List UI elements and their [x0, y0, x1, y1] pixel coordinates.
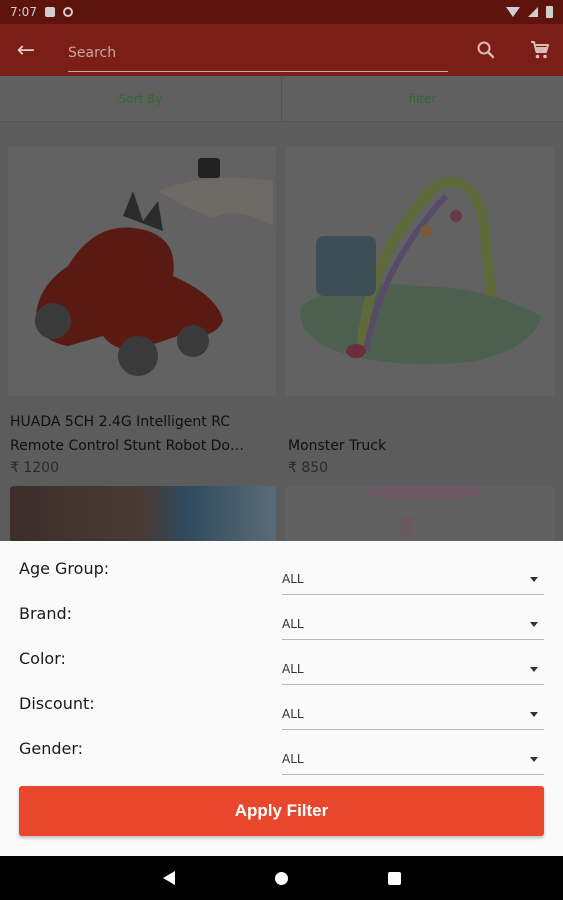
- product-card[interactable]: Monster Truck ₹ 850: [286, 146, 554, 476]
- product-card[interactable]: HUADA 5CH 2.4G Intelligent RC Remote Con…: [8, 146, 276, 476]
- product-price: ₹ 1200: [10, 460, 59, 476]
- dropdown-value: ALL: [282, 707, 304, 721]
- product-card[interactable]: [10, 486, 276, 542]
- search-icon: [477, 41, 495, 59]
- filter-row-age-group: Age Group: ALL: [0, 559, 563, 604]
- filter-sheet: Age Group: ALL Brand: ALL Color: ALL Dis…: [0, 541, 563, 856]
- nav-home-icon[interactable]: [274, 871, 288, 885]
- product-card[interactable]: [286, 484, 554, 542]
- cart-button[interactable]: [518, 24, 562, 76]
- cart-icon: [531, 41, 549, 59]
- back-arrow-icon: ←: [16, 37, 36, 63]
- product-image: [366, 484, 486, 536]
- filter-label: Brand:: [19, 604, 73, 623]
- search-field[interactable]: [68, 36, 448, 72]
- battery-icon: [546, 6, 553, 18]
- brand-dropdown[interactable]: ALL: [282, 604, 544, 640]
- play-gym-image: [300, 177, 541, 365]
- product-image: [286, 146, 554, 396]
- product-grid: HUADA 5CH 2.4G Intelligent RC Remote Con…: [0, 122, 563, 542]
- signal-icon: [528, 7, 538, 17]
- age-group-dropdown[interactable]: ALL: [282, 559, 544, 595]
- status-time: 7:07: [10, 5, 37, 19]
- product-price: ₹ 850: [288, 460, 329, 476]
- dropdown-value: ALL: [282, 617, 304, 631]
- filter-label: Discount:: [19, 694, 95, 713]
- nav-back-icon[interactable]: [162, 871, 175, 885]
- search-button[interactable]: [464, 24, 508, 76]
- filter-label: Age Group:: [19, 559, 110, 578]
- chevron-down-icon: [530, 577, 538, 582]
- filter-row-brand: Brand: ALL: [0, 604, 563, 649]
- dropdown-value: ALL: [282, 752, 304, 766]
- status-bar: 7:07: [0, 0, 563, 24]
- filter-row-color: Color: ALL: [0, 649, 563, 694]
- filter-label: Color:: [19, 649, 66, 668]
- dropdown-value: ALL: [282, 572, 304, 586]
- gender-dropdown[interactable]: ALL: [282, 739, 544, 775]
- chevron-down-icon: [530, 757, 538, 762]
- robot-dog-image: [35, 158, 273, 376]
- app-bar: ←: [0, 24, 563, 76]
- nav-recents-icon[interactable]: [387, 871, 401, 885]
- back-button[interactable]: ←: [0, 24, 52, 76]
- product-title: Monster Truck: [288, 438, 387, 454]
- filter-row-gender: Gender: ALL: [0, 739, 563, 784]
- wifi-icon: [506, 7, 520, 17]
- filter-button[interactable]: filter: [282, 76, 563, 121]
- product-title: HUADA 5CH 2.4G Intelligent RC Remote Con…: [10, 414, 244, 454]
- notification-icon: [62, 7, 73, 17]
- color-dropdown[interactable]: ALL: [282, 649, 544, 685]
- search-input[interactable]: [68, 36, 448, 70]
- apply-filter-button[interactable]: Apply Filter: [19, 786, 544, 836]
- filter-row-discount: Discount: ALL: [0, 694, 563, 739]
- lock-icon: [44, 7, 55, 17]
- filter-label: Gender:: [19, 739, 84, 758]
- system-nav-bar: [0, 856, 563, 900]
- sort-by-button[interactable]: Sort By: [0, 76, 282, 121]
- product-image: [8, 146, 276, 396]
- chevron-down-icon: [530, 712, 538, 717]
- sort-filter-bar: Sort By filter: [0, 76, 563, 122]
- dropdown-value: ALL: [282, 662, 304, 676]
- chevron-down-icon: [530, 622, 538, 627]
- chevron-down-icon: [530, 667, 538, 672]
- discount-dropdown[interactable]: ALL: [282, 694, 544, 730]
